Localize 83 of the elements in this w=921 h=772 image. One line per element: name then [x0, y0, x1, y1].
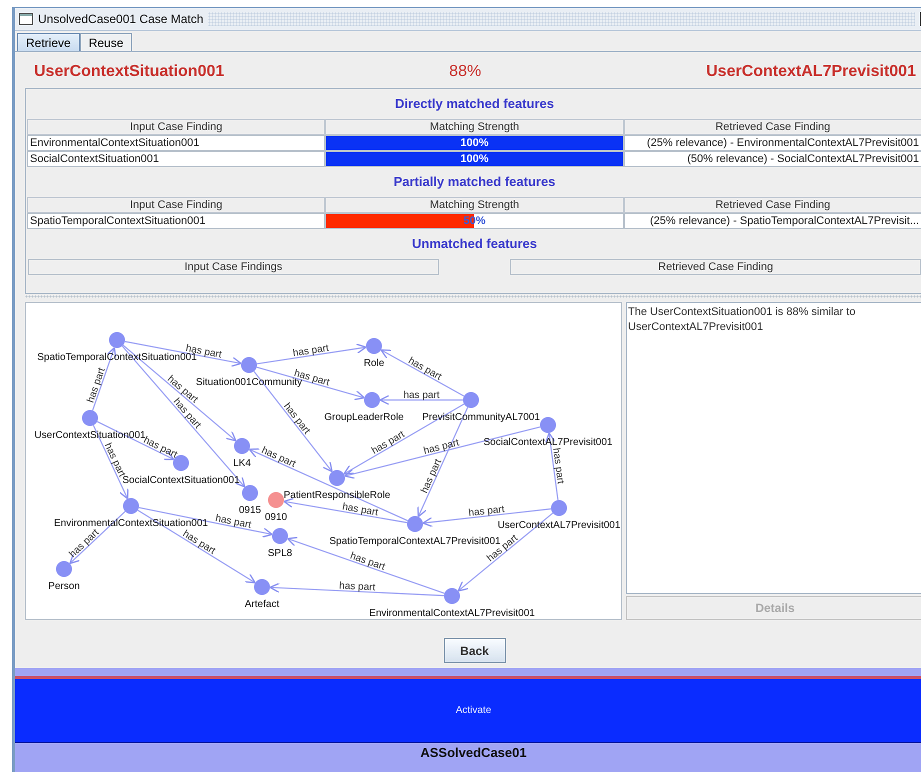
edge-label: has part [419, 458, 444, 495]
node-label: SPL8 [268, 548, 292, 559]
input-case-title: UserContextSituation001 [34, 63, 224, 81]
graph-node[interactable] [268, 492, 284, 508]
node-label: GroupLeaderRole [324, 412, 404, 423]
graph-node[interactable] [241, 357, 257, 373]
graph-node[interactable] [254, 579, 270, 595]
edge-label: has part [260, 445, 298, 470]
node-label: PrevisitCommunityAL7001 [422, 412, 540, 423]
node-label: EnvironmentalContextSituation001 [54, 518, 208, 529]
edge-label: has part [292, 342, 330, 360]
window-icon [19, 13, 33, 25]
strength-value: 100% [459, 136, 490, 150]
graph-node[interactable] [551, 500, 567, 516]
graph-node[interactable] [109, 332, 125, 348]
table-cell: (25% relevance) - SpatioTemporalContextAL7Previsit... [624, 213, 921, 229]
graph-node[interactable] [364, 392, 380, 408]
edge-label: has part [85, 366, 108, 404]
edge-label: has part [281, 401, 312, 436]
strength-value: 100% [459, 152, 490, 166]
column-header: Retrieved Case Finding [624, 119, 921, 135]
edge-label: has part [338, 580, 376, 594]
activate-button[interactable]: Activate [15, 679, 921, 743]
node-label: SocialContextSituation001 [122, 475, 240, 486]
node-label: 0915 [238, 505, 262, 516]
graph-node[interactable] [234, 438, 250, 454]
graph-node[interactable] [123, 498, 139, 514]
column-header: Matching Strength [325, 197, 624, 213]
tab[interactable]: Retrieve [17, 33, 80, 51]
node-label: Situation001Community [196, 377, 302, 388]
graph-node[interactable] [407, 516, 423, 532]
node-label: Person [48, 581, 80, 592]
graph-node[interactable] [463, 392, 479, 408]
node-label: Artefact [244, 599, 280, 610]
column-header-button[interactable]: Retrieved Case Finding [510, 259, 921, 275]
table-cell: EnvironmentalContextSituation001 [27, 135, 326, 151]
table-cell: (50% relevance) - SocialContextAL7Previsit001 [624, 151, 921, 167]
edge-label: has part [214, 513, 252, 531]
edge-label: has part [67, 527, 102, 560]
retrieved-case-title: UserContextAL7Previsit001 [706, 63, 916, 81]
node-label: PatientResponsibleRole [284, 490, 390, 501]
edge-label: has part [348, 550, 386, 573]
graph-node[interactable] [540, 417, 556, 433]
node-label: SpatioTemporalContextSituation001 [37, 352, 197, 363]
edge-label: has part [370, 429, 407, 457]
description-text: The UserContextSituation001 is 88% similar to UserContextAL7Previsit001 [628, 306, 856, 333]
graph-node[interactable] [272, 528, 288, 544]
case-name: ASSolvedCase01 [420, 745, 527, 760]
table-cell: (25% relevance) - EnvironmentalContextAL7Previsit001 [624, 135, 921, 151]
graph-node[interactable] [56, 561, 72, 577]
node-label: SocialContextAL7Previsit001 [484, 437, 612, 448]
node-label: SpatioTemporalContextAL7Previsit001 [329, 536, 501, 547]
edge-label: has part [403, 390, 440, 401]
graph-node[interactable] [242, 485, 258, 501]
node-label: 0910 [264, 512, 288, 523]
graph-node[interactable] [444, 588, 460, 604]
section-title: Directly matched features [395, 96, 554, 111]
column-header: Retrieved Case Finding [624, 197, 921, 213]
node-label: EnvironmentalContextAL7Previsit001 [369, 608, 535, 619]
node-label: LK4 [233, 458, 251, 469]
similarity-percentage: 88% [449, 63, 482, 81]
edge-label: has part [180, 528, 218, 557]
edge-label: has part [422, 437, 460, 457]
graph-node[interactable] [329, 470, 345, 486]
edge-label: has part [550, 447, 566, 485]
column-header: Matching Strength [325, 119, 624, 135]
node-label: UserContextAL7Previsit001 [498, 520, 620, 531]
column-header-button[interactable]: Input Case Findings [28, 259, 439, 275]
back-button[interactable]: Back [444, 638, 506, 663]
graph-node[interactable] [82, 410, 98, 426]
table-cell: SocialContextSituation001 [27, 151, 326, 167]
section-title: Partially matched features [394, 174, 556, 189]
table-cell: SpatioTemporalContextSituation001 [27, 213, 326, 229]
column-header: Input Case Finding [27, 197, 326, 213]
column-header: Input Case Finding [27, 119, 326, 135]
edge-label: has part [341, 501, 379, 518]
node-label: Role [364, 358, 384, 369]
tab[interactable]: Reuse [80, 33, 132, 51]
edge-label: has part [406, 355, 444, 383]
window-title: UnsolvedCase001 Case Match [38, 12, 204, 26]
section-title: Unmatched features [412, 236, 537, 251]
graph-node[interactable] [366, 338, 382, 354]
edge-label: has part [468, 504, 506, 519]
